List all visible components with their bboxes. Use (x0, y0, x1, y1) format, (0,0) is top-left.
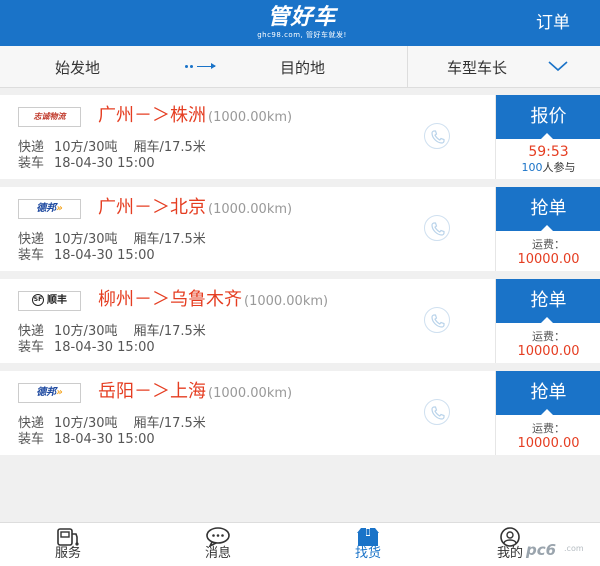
watermark: pc6 .com (502, 540, 594, 562)
grab-order-button[interactable]: 抢单 (496, 279, 600, 323)
phone-icon[interactable] (424, 307, 450, 333)
load-label: 装车 (18, 248, 45, 263)
logo-title: 管好车 (267, 4, 337, 30)
route-text: 柳州－＞乌鲁木齐 (1000.00km) (98, 289, 328, 313)
app-logo: 管好车 ghc98.com, 管好车就发! (240, 4, 364, 40)
vehicle-type-filter[interactable]: 车型车长 (447, 57, 507, 78)
load-info: 装车 18-04-30 15:00 (18, 152, 155, 171)
load-label: 装车 (18, 156, 45, 171)
tab-label: 消息 (204, 546, 231, 561)
company-logo: SF 顺丰 (18, 291, 81, 311)
fee-value: 10000.00 (517, 436, 580, 451)
tab-label: 找货 (354, 546, 381, 561)
grab-panel: 抢单 运费： 10000.00 (495, 279, 600, 363)
tab-service[interactable]: 服务 (28, 523, 108, 566)
message-icon (206, 527, 230, 547)
filter-divider (407, 46, 408, 88)
fee-value: 10000.00 (517, 344, 580, 359)
fee-value: 10000.00 (517, 252, 580, 267)
fee-label: 运费： (532, 330, 565, 343)
order-card[interactable]: SF 顺丰 柳州－＞乌鲁木齐 (1000.00km) 快递 10方/30吨 厢车/17.… (0, 279, 600, 363)
find-goods-icon (357, 528, 379, 546)
tab-find-goods[interactable]: 找货 (328, 523, 408, 566)
route-text: 广州－＞株洲 (1000.00km) (98, 105, 292, 129)
tab-label: 服务 (54, 546, 81, 561)
route-text: 岳阳－＞上海 (1000.00km) (98, 381, 292, 405)
service-icon (57, 528, 79, 546)
load-label: 装车 (18, 340, 45, 355)
route-cities: 广州－＞北京 (98, 197, 206, 218)
app-header: 管好车 ghc98.com, 管好车就发! 订单 (0, 0, 600, 46)
load-label: 装车 (18, 432, 45, 447)
fee-label: 运费： (532, 238, 565, 251)
route-text: 广州－＞北京 (1000.00km) (98, 197, 292, 221)
route-cities: 柳州－＞乌鲁木齐 (98, 289, 242, 310)
company-logo: 志诚物流 (18, 107, 81, 127)
filter-bar: 始发地 目的地 车型车长 (0, 46, 600, 88)
grab-panel: 抢单 运费： 10000.00 (495, 187, 600, 271)
distance: (1000.00km) (208, 202, 293, 217)
chevron-down-icon[interactable] (548, 60, 568, 72)
load-info: 装车 18-04-30 15:00 (18, 336, 155, 355)
order-card[interactable]: 志诚物流 广州－＞株洲 (1000.00km) 快递 10方/30吨 厢车/17.5米… (0, 95, 600, 179)
tab-message[interactable]: 消息 (178, 523, 258, 566)
destination-filter[interactable]: 目的地 (280, 57, 325, 78)
logo-subtitle: ghc98.com, 管好车就发! (257, 31, 347, 39)
phone-icon[interactable] (424, 399, 450, 425)
origin-filter[interactable]: 始发地 (55, 57, 100, 78)
route-cities: 广州－＞株洲 (98, 105, 206, 126)
quote-panel: 报价 59:53 100人参与 (495, 95, 600, 179)
distance: (1000.00km) (208, 386, 293, 401)
load-time: 18-04-30 15:00 (54, 156, 155, 171)
quote-button[interactable]: 报价 (496, 95, 600, 139)
company-logo: 德邦» (18, 383, 81, 403)
load-info: 装车 18-04-30 15:00 (18, 428, 155, 447)
distance: (1000.00km) (208, 110, 293, 125)
fee-label: 运费： (532, 422, 565, 435)
order-card[interactable]: 德邦» 广州－＞北京 (1000.00km) 快递 10方/30吨 厢车/17.5米 … (0, 187, 600, 271)
countdown-timer: 59:53 (528, 144, 569, 160)
distance: (1000.00km) (244, 294, 329, 309)
watermark-text: pc6 (526, 541, 557, 559)
phone-icon[interactable] (424, 123, 450, 149)
participants: 100人参与 (521, 161, 576, 174)
grab-order-button[interactable]: 抢单 (496, 371, 600, 415)
load-time: 18-04-30 15:00 (54, 340, 155, 355)
order-card[interactable]: 德邦» 岳阳－＞上海 (1000.00km) 快递 10方/30吨 厢车/17.5米 … (0, 371, 600, 455)
order-button[interactable]: 订单 (536, 12, 570, 34)
watermark-sub: .com (564, 544, 584, 553)
load-info: 装车 18-04-30 15:00 (18, 244, 155, 263)
load-time: 18-04-30 15:00 (54, 432, 155, 447)
grab-panel: 抢单 运费： 10000.00 (495, 371, 600, 455)
company-logo: 德邦» (18, 199, 81, 219)
grab-order-button[interactable]: 抢单 (496, 187, 600, 231)
route-cities: 岳阳－＞上海 (98, 381, 206, 402)
load-time: 18-04-30 15:00 (54, 248, 155, 263)
phone-icon[interactable] (424, 215, 450, 241)
